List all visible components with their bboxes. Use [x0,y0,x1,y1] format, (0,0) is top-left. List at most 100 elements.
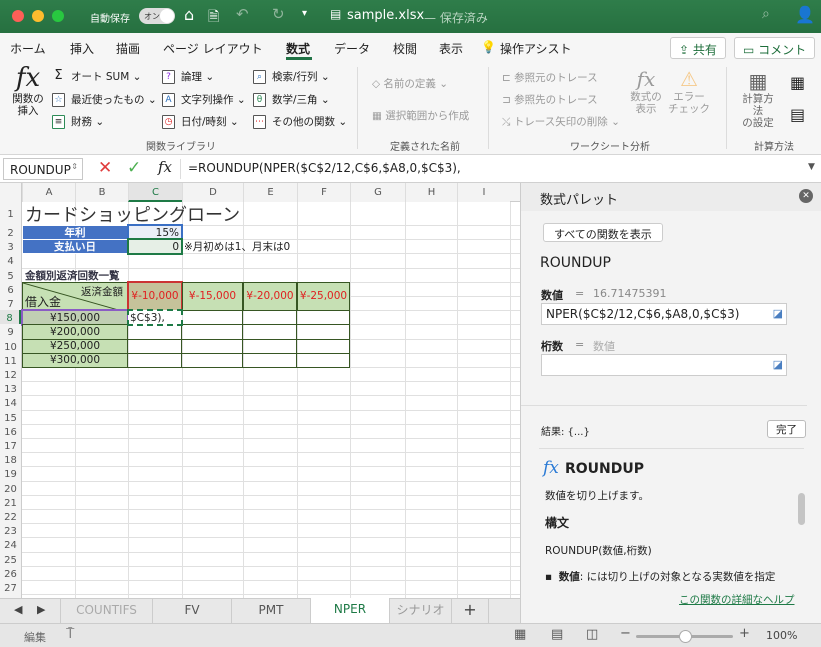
row-header-8[interactable]: 8 [0,310,21,325]
zoom-out-button[interactable]: − [620,626,631,641]
help-scrollbar[interactable] [798,493,805,525]
autosave-toggle[interactable]: オン [139,8,175,24]
insert-function-button[interactable]: fx 関数の 挿入 [10,63,46,117]
result-cell[interactable] [182,352,243,368]
row-header-9[interactable]: 9 [0,324,21,339]
range-select-icon[interactable]: ◪ [773,307,783,320]
trace-dependents-button[interactable]: ⊐ 参照先のトレース [502,92,598,107]
sheet-tab-nper[interactable]: NPER [311,598,390,623]
row-header-13[interactable]: 13 [0,381,21,396]
macro-recording-icon[interactable]: ⍑ [66,626,74,642]
row-header-20[interactable]: 20 [0,480,21,495]
calc-now-icon[interactable]: ▦ [790,73,805,92]
result-cell[interactable] [243,338,297,354]
arg2-input[interactable]: ◪ [541,354,787,376]
row-header-18[interactable]: 18 [0,452,21,467]
column-header-b[interactable]: B [75,183,128,202]
page-layout-view-icon[interactable]: ▤ [551,627,563,642]
sheet-tab-countifs[interactable]: COUNTIFS [61,599,153,623]
row-header-26[interactable]: 26 [0,565,21,580]
create-from-selection-button[interactable]: ▦ 選択範囲から作成 [372,108,469,123]
result-cell[interactable] [243,310,297,326]
more-functions-button[interactable]: ⋯ その他の関数 ⌄ [253,114,347,129]
calc-options-button[interactable]: ▦ 計算方法 の設定 [738,69,778,129]
home-icon[interactable]: ⌂ [184,5,194,24]
tab-draw[interactable]: 描画 [116,40,140,57]
comment-button[interactable]: ▭ コメント [734,37,816,59]
tell-me[interactable]: 操作アシスト [500,40,572,57]
result-cell[interactable] [297,310,350,326]
column-header-c[interactable]: C [128,183,182,202]
name-box[interactable]: ROUNDUP ⇕ [3,158,83,180]
row-header-1[interactable]: 1 [0,202,21,225]
table-title[interactable]: 金額別返済回数一覧 [22,268,182,283]
rate-value[interactable]: 15% [127,223,183,242]
range-select-icon[interactable]: ◪ [773,358,783,371]
payday-value[interactable]: 0 [127,238,183,256]
cancel-icon[interactable]: ✕ [98,158,112,178]
show-formulas-button[interactable]: fx 数式の 表示 [628,67,664,115]
name-box-stepper-icon[interactable]: ⇕ [71,162,78,171]
logical-button[interactable]: ? 論理 ⌄ [162,69,214,84]
customize-toolbar-icon[interactable]: ▾ [302,8,307,19]
save-state[interactable]: — 保存済み [424,9,488,26]
error-check-button[interactable]: ⚠ エラー チェック [668,67,710,115]
column-header-f[interactable]: F [297,183,350,202]
text-button[interactable]: A 文字列操作 ⌄ [162,92,246,107]
account-icon[interactable]: 👤 [795,5,815,24]
row-header-24[interactable]: 24 [0,537,21,552]
row-header-14[interactable]: 14 [0,395,21,410]
expand-formula-bar-icon[interactable]: ▼ [808,162,815,172]
loan-amount[interactable]: ¥150,000 [21,309,129,327]
spreadsheet-grid[interactable]: A B C D E F G H I 1 2 3 4 5 6 7 8 9 10 11 12 13 14 15 16 17 18 19 20… [0,183,520,598]
save-icon[interactable]: 🗎 [208,6,219,30]
result-cell[interactable] [128,352,182,368]
editing-cell[interactable]: $C$3), [127,309,183,327]
payment-header[interactable]: ¥-10,000 [127,280,183,313]
page-break-view-icon[interactable]: ◫ [586,627,598,642]
zoom-window-button[interactable] [52,10,64,22]
row-header-4[interactable]: 4 [0,253,21,268]
tab-data[interactable]: データ [334,40,370,57]
row-header-27[interactable]: 27 [0,580,21,595]
corner-header[interactable]: 返済金額 借入金 [22,281,129,313]
zoom-slider-thumb[interactable] [678,630,692,643]
loan-amount[interactable]: ¥300,000 [22,352,128,368]
lookup-button[interactable]: ⌕ 検索/行列 ⌄ [253,69,330,84]
row-header-5[interactable]: 5 [0,267,21,282]
close-panel-icon[interactable]: ✕ [799,189,813,203]
row-header-25[interactable]: 25 [0,551,21,566]
zoom-in-button[interactable]: + [739,626,750,641]
column-header-d[interactable]: D [182,183,243,202]
redo-icon[interactable]: ↻ [272,5,285,23]
insert-function-icon[interactable]: fx [158,158,172,176]
loan-amount[interactable]: ¥200,000 [22,324,128,340]
next-sheet-icon[interactable]: ▶ [37,603,45,616]
row-header-23[interactable]: 23 [0,523,21,538]
result-cell[interactable] [297,324,350,340]
result-cell[interactable] [182,324,243,340]
done-button[interactable]: 完了 [767,420,806,438]
sheet-tab-fv[interactable]: FV [153,599,232,623]
financial-button[interactable]: ≡ 財務 ⌄ [52,114,104,129]
result-cell[interactable] [182,338,243,354]
remove-arrows-button[interactable]: ⤯ トレース矢印の削除 ⌄ [502,114,620,129]
row-header-10[interactable]: 10 [0,338,21,353]
row-header-22[interactable]: 22 [0,509,21,524]
column-header-a[interactable]: A [22,183,75,202]
share-button[interactable]: ⇪ 共有 [670,37,726,59]
result-cell[interactable] [297,338,350,354]
formula-input[interactable]: =ROUNDUP(NPER($C$2/12,C$6,$A8,0,$C$3), [188,161,461,175]
calc-sheet-icon[interactable]: ▤ [790,105,805,124]
loan-amount[interactable]: ¥250,000 [22,338,128,354]
normal-view-icon[interactable]: ▦ [514,627,526,642]
search-icon[interactable]: ⌕ [762,6,770,22]
tab-home[interactable]: ホーム [10,40,46,57]
add-sheet-button[interactable]: + [452,599,489,623]
arg1-input[interactable]: NPER($C$2/12,C$6,$A8,0,$C$3) ◪ [541,303,787,325]
trace-precedents-button[interactable]: ⊏ 参照元のトレース [502,70,598,85]
result-cell[interactable] [128,338,182,354]
tab-insert[interactable]: 挿入 [70,40,94,57]
payment-header[interactable]: ¥-20,000 [243,281,297,312]
tab-view[interactable]: 表示 [439,40,463,57]
